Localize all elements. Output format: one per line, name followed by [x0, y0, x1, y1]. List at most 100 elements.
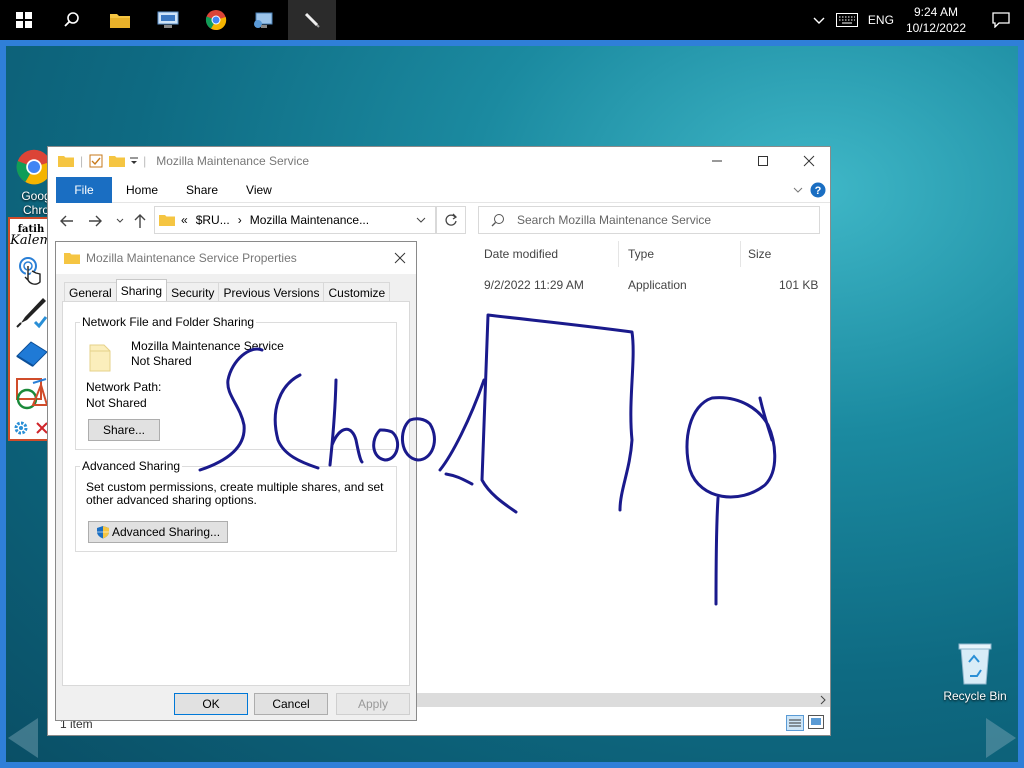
- ok-button[interactable]: OK: [174, 693, 248, 715]
- column-header-date[interactable]: Date modified: [484, 247, 558, 261]
- kalem-shapes-tool[interactable]: [10, 373, 52, 413]
- address-overflow[interactable]: «: [181, 213, 188, 227]
- close-icon: [803, 155, 815, 167]
- shared-folder-state: Not Shared: [131, 354, 192, 368]
- maximize-button[interactable]: [740, 147, 786, 175]
- network-sharing-label: Network File and Folder Sharing: [80, 315, 257, 329]
- minimize-icon: [712, 160, 722, 162]
- tab-sharing[interactable]: Sharing: [115, 279, 168, 301]
- chevron-down-icon[interactable]: [792, 184, 804, 196]
- kalem-pointer-tool[interactable]: [10, 253, 52, 293]
- file-explorer-button[interactable]: [96, 0, 144, 40]
- address-crumb-mozilla[interactable]: Mozilla Maintenance...: [250, 213, 369, 227]
- search-placeholder: Search Mozilla Maintenance Service: [517, 213, 712, 227]
- help-icon[interactable]: ?: [810, 182, 826, 198]
- windows-icon: [16, 12, 32, 28]
- network-app-button[interactable]: [144, 0, 192, 40]
- back-arrow-icon[interactable]: [59, 214, 75, 228]
- network-sharing-group: Network File and Folder Sharing Mozilla …: [75, 315, 397, 450]
- address-separator[interactable]: ›: [238, 213, 242, 227]
- ribbon-tab-share[interactable]: Share: [172, 183, 232, 197]
- eraser-icon: [16, 341, 48, 367]
- advanced-sharing-button[interactable]: Advanced Sharing...: [88, 521, 228, 543]
- recycle-bin-icon: [958, 643, 992, 685]
- large-icons-view-icon[interactable]: [808, 715, 824, 729]
- address-crumb-ru[interactable]: $RU...: [196, 213, 230, 227]
- start-button[interactable]: [0, 0, 48, 40]
- quick-access-dropdown-icon[interactable]: [129, 156, 139, 166]
- column-divider: [740, 241, 741, 267]
- action-center-button[interactable]: [978, 0, 1024, 40]
- notification-icon: [992, 12, 1010, 28]
- close-icon[interactable]: [394, 252, 406, 264]
- advanced-sharing-description: Set custom permissions, create multiple …: [86, 480, 384, 507]
- ribbon-tab-view[interactable]: View: [232, 183, 286, 197]
- column-divider: [618, 241, 619, 267]
- properties-checkbox-icon[interactable]: [89, 154, 103, 168]
- advanced-sharing-group: Advanced Sharing Set custom permissions,…: [75, 459, 397, 552]
- file-type[interactable]: Application: [628, 278, 687, 292]
- cancel-button[interactable]: Cancel: [254, 693, 328, 715]
- kalem-pen-tool[interactable]: [10, 293, 52, 333]
- settings-gear-icon[interactable]: [13, 420, 29, 436]
- up-arrow-icon[interactable]: [133, 213, 147, 229]
- search-icon: [64, 12, 79, 27]
- file-date[interactable]: 9/2/2022 11:29 AM: [484, 278, 584, 292]
- ribbon-tab-file[interactable]: File: [56, 176, 112, 203]
- column-header-size[interactable]: Size: [748, 247, 771, 261]
- search-button[interactable]: [48, 0, 96, 40]
- tab-security[interactable]: Security: [166, 282, 220, 302]
- chrome-button[interactable]: [192, 0, 240, 40]
- network-path-label: Network Path:: [86, 380, 162, 394]
- explorer-title: Mozilla Maintenance Service: [156, 154, 309, 168]
- folder-icon: [64, 253, 80, 264]
- uac-shield-icon: [96, 526, 109, 539]
- clock-date: 10/12/2022: [905, 21, 966, 35]
- recent-locations-icon[interactable]: [116, 217, 124, 225]
- dialog-titlebar[interactable]: Mozilla Maintenance Service Properties: [56, 242, 416, 274]
- address-bar[interactable]: « $RU... › Mozilla Maintenance...: [154, 206, 436, 234]
- column-header-type[interactable]: Type: [628, 247, 654, 261]
- tab-customize[interactable]: Customize: [323, 282, 391, 302]
- forward-arrow-icon[interactable]: [87, 214, 103, 228]
- search-box[interactable]: Search Mozilla Maintenance Service: [478, 206, 820, 234]
- kalem-bottom-row: [10, 413, 52, 443]
- minimize-button[interactable]: [694, 147, 740, 175]
- sharing-pane: Network File and Folder Sharing Mozilla …: [62, 301, 410, 686]
- close-button[interactable]: [786, 147, 832, 175]
- kalem-eraser-tool[interactable]: [10, 333, 52, 373]
- new-folder-icon[interactable]: [109, 154, 126, 168]
- nav-left-arrow[interactable]: [8, 718, 38, 758]
- tab-general[interactable]: General: [64, 282, 117, 302]
- folder-icon: [159, 215, 175, 226]
- chevron-down-icon[interactable]: [415, 214, 427, 226]
- advanced-sharing-button-label: Advanced Sharing...: [111, 525, 221, 539]
- kalem-pen-button[interactable]: [288, 0, 336, 40]
- chevron-up-icon[interactable]: [812, 13, 826, 27]
- kalem-logo: fatih Kalem: [10, 219, 52, 253]
- shapes-icon: [16, 378, 49, 410]
- file-size[interactable]: 101 KB: [779, 278, 818, 292]
- search-icon: [491, 214, 504, 227]
- refresh-button[interactable]: [436, 206, 466, 234]
- pen-icon: [304, 12, 320, 28]
- desktop-icon-recycle-bin[interactable]: Recycle Bin: [940, 640, 1010, 703]
- system-tray: ENG 9:24 AM 10/12/2022: [812, 0, 1024, 40]
- share-button[interactable]: Share...: [88, 419, 160, 441]
- dialog-title: Mozilla Maintenance Service Properties: [86, 251, 297, 265]
- apply-button[interactable]: Apply: [336, 693, 410, 715]
- tab-previous-versions[interactable]: Previous Versions: [218, 282, 325, 302]
- nav-right-arrow[interactable]: [986, 718, 1016, 758]
- remote-app-button[interactable]: [240, 0, 288, 40]
- details-view-icon[interactable]: [786, 715, 804, 731]
- dialog-tabs: General Sharing Security Previous Versio…: [64, 279, 391, 302]
- ribbon-tab-home[interactable]: Home: [112, 183, 172, 197]
- language-indicator[interactable]: ENG: [868, 13, 894, 27]
- horizontal-scrollbar[interactable]: [408, 693, 830, 707]
- shared-folder-name: Mozilla Maintenance Service: [131, 339, 284, 353]
- scroll-right-icon[interactable]: [818, 695, 828, 705]
- svg-text:?: ?: [815, 185, 822, 197]
- kalem-logo-bottom: Kalem: [10, 233, 52, 248]
- clock[interactable]: 9:24 AM 10/12/2022: [906, 4, 966, 36]
- keyboard-icon[interactable]: [835, 13, 858, 27]
